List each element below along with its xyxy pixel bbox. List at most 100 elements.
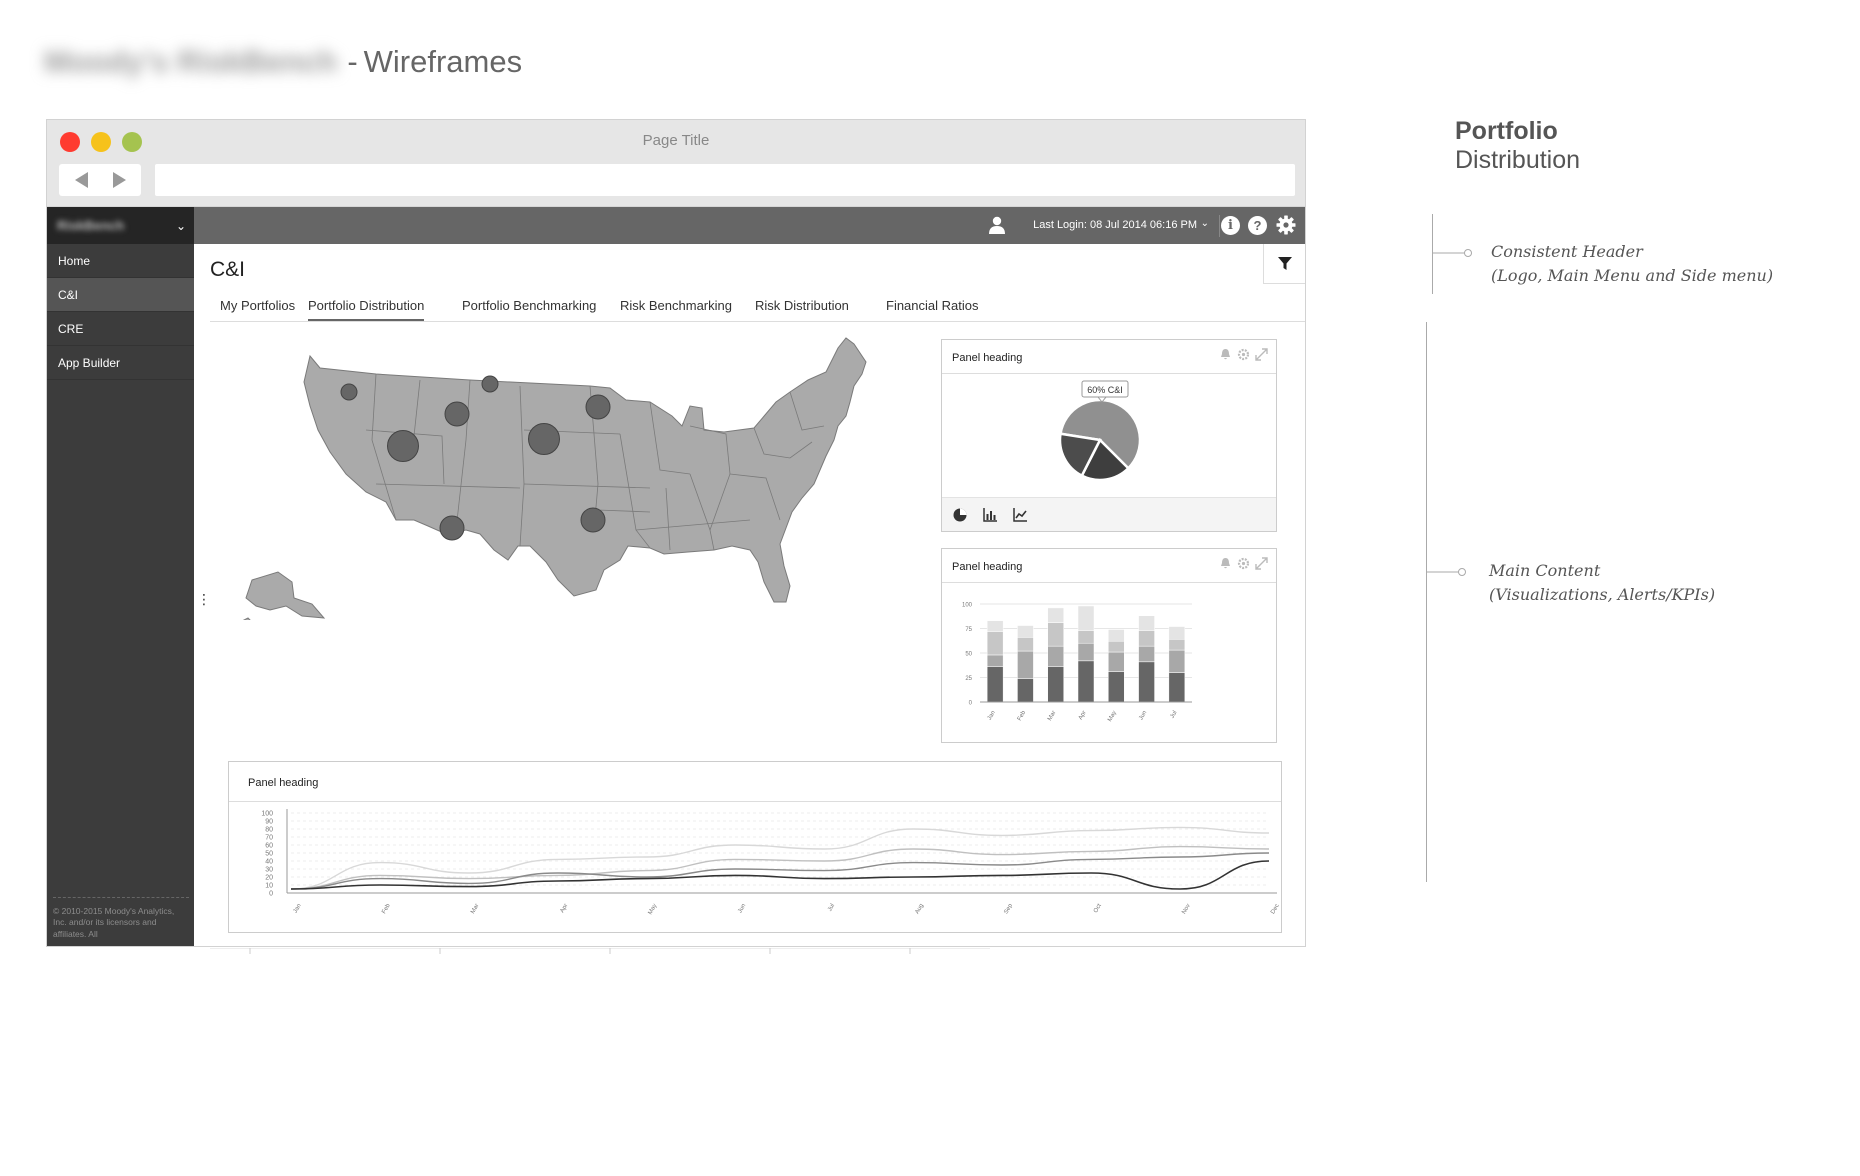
annotation-header-line1: Consistent Header (1491, 242, 1643, 261)
x-tick-label: Sep (1003, 902, 1014, 915)
map-mainland (303, 337, 867, 603)
filter-icon (1278, 257, 1292, 270)
filter-button[interactable] (1263, 244, 1305, 284)
bar-chart-icon[interactable] (982, 507, 998, 523)
bar-segment[interactable] (1108, 640, 1125, 653)
x-tick-label: Jun (1138, 710, 1148, 721)
annotation-title-bold: Portfolio (1455, 117, 1558, 145)
bar-segment[interactable] (1108, 671, 1125, 703)
bell-icon[interactable] (1219, 348, 1232, 361)
bar-segment[interactable] (986, 631, 1004, 656)
us-map[interactable] (190, 230, 890, 620)
gear-icon[interactable] (1276, 215, 1296, 235)
annotation-title: Portfolio Distribution (1455, 117, 1580, 175)
annotation-main-line2: (Visualizations, Alerts/KPIs) (1489, 585, 1716, 604)
x-tick-label: Jul (827, 903, 836, 913)
info-icon[interactable]: i (1221, 216, 1240, 235)
x-tick-label: Jan (293, 903, 303, 914)
back-arrow-icon[interactable] (75, 172, 88, 188)
pie-chart-icon[interactable] (952, 507, 968, 523)
line-chart[interactable]: 0102030405060708090100 Jan Feb Mar Apr May Jun… (229, 803, 1283, 933)
bar-segment[interactable] (986, 666, 1004, 703)
bar-segment[interactable] (1108, 629, 1125, 642)
browser-nav-buttons (59, 164, 141, 196)
sidebar-item-ci[interactable]: C&I (47, 278, 194, 312)
app-logo-menu[interactable]: RiskBench ⌄ (47, 207, 194, 244)
y-tick-label: 0 (969, 701, 973, 707)
bell-icon[interactable] (1219, 557, 1232, 570)
browser-page-title: Page Title (642, 132, 710, 149)
settings-icon[interactable] (1237, 348, 1250, 361)
map-alaska (245, 571, 326, 619)
y-tick-label: 75 (965, 627, 972, 633)
bar-segment[interactable] (1168, 672, 1186, 703)
map-bubble (585, 394, 611, 420)
bar-segment[interactable] (1168, 639, 1186, 651)
bar-segment[interactable] (1017, 625, 1034, 638)
pie-tooltip-label: 60% C&I (1087, 385, 1123, 395)
bar-segment[interactable] (1047, 622, 1064, 647)
bar-segment[interactable] (1138, 615, 1155, 631)
pie-chart-panel: Panel heading 60% C&I (941, 339, 1277, 532)
bar-segment[interactable] (1138, 661, 1155, 703)
company-name-blurred: Moody's RiskBench (44, 44, 338, 79)
sidebar-item-home[interactable]: Home (47, 244, 194, 278)
user-icon[interactable] (989, 216, 1005, 234)
bar-segment[interactable] (1108, 651, 1125, 672)
copyright-text: © 2010-2015 Moody's Analytics, Inc. and/… (53, 896, 189, 940)
settings-icon[interactable] (1237, 557, 1250, 570)
pie-tooltip: 60% C&I (1081, 380, 1129, 403)
help-icon[interactable]: ? (1248, 216, 1267, 235)
expand-icon[interactable] (1255, 557, 1268, 570)
expand-icon[interactable] (1255, 348, 1268, 361)
line-chart-icon[interactable] (1012, 507, 1028, 523)
bar-segment[interactable] (1017, 637, 1034, 652)
title-dash: - (347, 44, 358, 79)
stacked-bar-chart[interactable]: 0 25 50 75 100 Jan Feb Mar Apr May Jun Jul (942, 584, 1278, 742)
chart-type-switcher (942, 497, 1276, 531)
annotation-main-note: Main Content (Visualizations, Alerts/KPI… (1489, 559, 1715, 607)
sidebar-item-app-builder[interactable]: App Builder (47, 346, 194, 380)
map-bubble (481, 375, 499, 393)
x-tick-label: Oct (1093, 903, 1103, 914)
bar-segment[interactable] (1017, 650, 1034, 679)
chevron-down-icon: ⌄ (175, 219, 186, 233)
bar-segment[interactable] (1077, 660, 1095, 703)
bar-segment[interactable] (1077, 630, 1095, 644)
map-states (242, 337, 867, 620)
bar-segment[interactable] (986, 654, 1004, 667)
panel-header: Panel heading (942, 340, 1276, 374)
bar-segment[interactable] (1077, 642, 1095, 662)
map-bubble (580, 507, 606, 533)
x-tick-label: May (648, 903, 659, 916)
forward-arrow-icon[interactable] (113, 172, 126, 188)
y-tick-label: 25 (965, 676, 972, 682)
bar-segment[interactable] (1047, 666, 1064, 703)
bar-segment[interactable] (1047, 645, 1064, 667)
bar-segment[interactable] (1138, 645, 1155, 663)
topbar-divider (1219, 215, 1220, 237)
annotation-title-normal: Distribution (1455, 146, 1581, 174)
bar-segment[interactable] (1138, 630, 1155, 647)
last-login-text[interactable]: Last Login: 08 Jul 2014 06:16 PM (1033, 219, 1197, 231)
bar-segment[interactable] (1077, 605, 1095, 631)
sidebar-item-cre[interactable]: CRE (47, 312, 194, 346)
map-hawaii (242, 617, 251, 620)
bar-segment[interactable] (986, 620, 1004, 632)
bar-segment[interactable] (1017, 678, 1034, 703)
panel-tools (1219, 557, 1268, 570)
url-bar[interactable] (155, 164, 1295, 196)
bar-segment[interactable] (1168, 626, 1186, 640)
pie-chart[interactable]: 60% C&I (942, 375, 1278, 499)
chevron-down-icon[interactable]: ⌄ (1201, 218, 1209, 229)
x-tick-label: Aug (915, 903, 926, 915)
y-tick-label: 70 (265, 835, 273, 842)
bar-segment[interactable] (1047, 607, 1064, 623)
tab-financial-ratios[interactable]: Financial Ratios (886, 298, 979, 313)
annotation-header-line2: (Logo, Main Menu and Side menu) (1491, 266, 1774, 285)
x-tick-label: May (1107, 710, 1118, 723)
y-tick-label: 0 (269, 891, 273, 898)
bar-segment[interactable] (1168, 649, 1186, 673)
x-tick-label: Jan (987, 710, 997, 721)
x-tick-label: Jul (1170, 710, 1179, 720)
